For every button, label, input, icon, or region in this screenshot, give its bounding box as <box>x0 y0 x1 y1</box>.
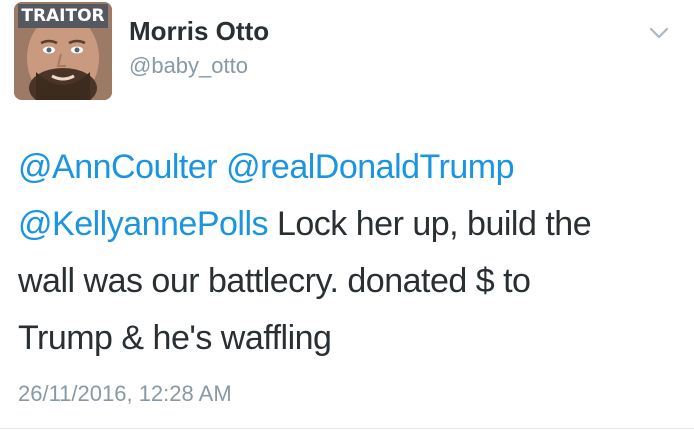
avatar-badge: TRAITOR <box>18 4 108 28</box>
tweet-text-segment <box>217 148 226 186</box>
tweet-card: TRAITOR Morris Otto @baby_otto @AnnCoult… <box>0 0 694 433</box>
tweet-text-line: wall was our battlecry. donated $ to <box>18 253 678 310</box>
chevron-down-icon[interactable] <box>646 20 672 46</box>
mention-link[interactable]: @AnnCoulter <box>18 148 218 186</box>
tweet-text-segment: Trump & he's waffling <box>18 319 332 357</box>
tweet-text-segment: wall was our battlecry. donated $ to <box>18 262 531 300</box>
display-name[interactable]: Morris Otto <box>129 16 269 47</box>
avatar[interactable]: TRAITOR <box>14 2 112 100</box>
divider <box>0 428 694 429</box>
mention-link[interactable]: @KellyannePolls <box>18 205 269 243</box>
tweet-text-segment: Lock her up, build the <box>268 205 592 243</box>
tweet-text-line: @AnnCoulter @realDonaldTrump <box>18 139 678 196</box>
mention-link[interactable]: @realDonaldTrump <box>226 148 514 186</box>
user-handle[interactable]: @baby_otto <box>129 53 248 79</box>
tweet-text-line: Trump & he's waffling <box>18 310 678 367</box>
tweet-text: @AnnCoulter @realDonaldTrump @KellyannePo… <box>18 139 678 367</box>
timestamp[interactable]: 26/11/2016, 12:28 AM <box>18 381 232 407</box>
tweet-text-line: @KellyannePolls Lock her up, build the <box>18 196 678 253</box>
